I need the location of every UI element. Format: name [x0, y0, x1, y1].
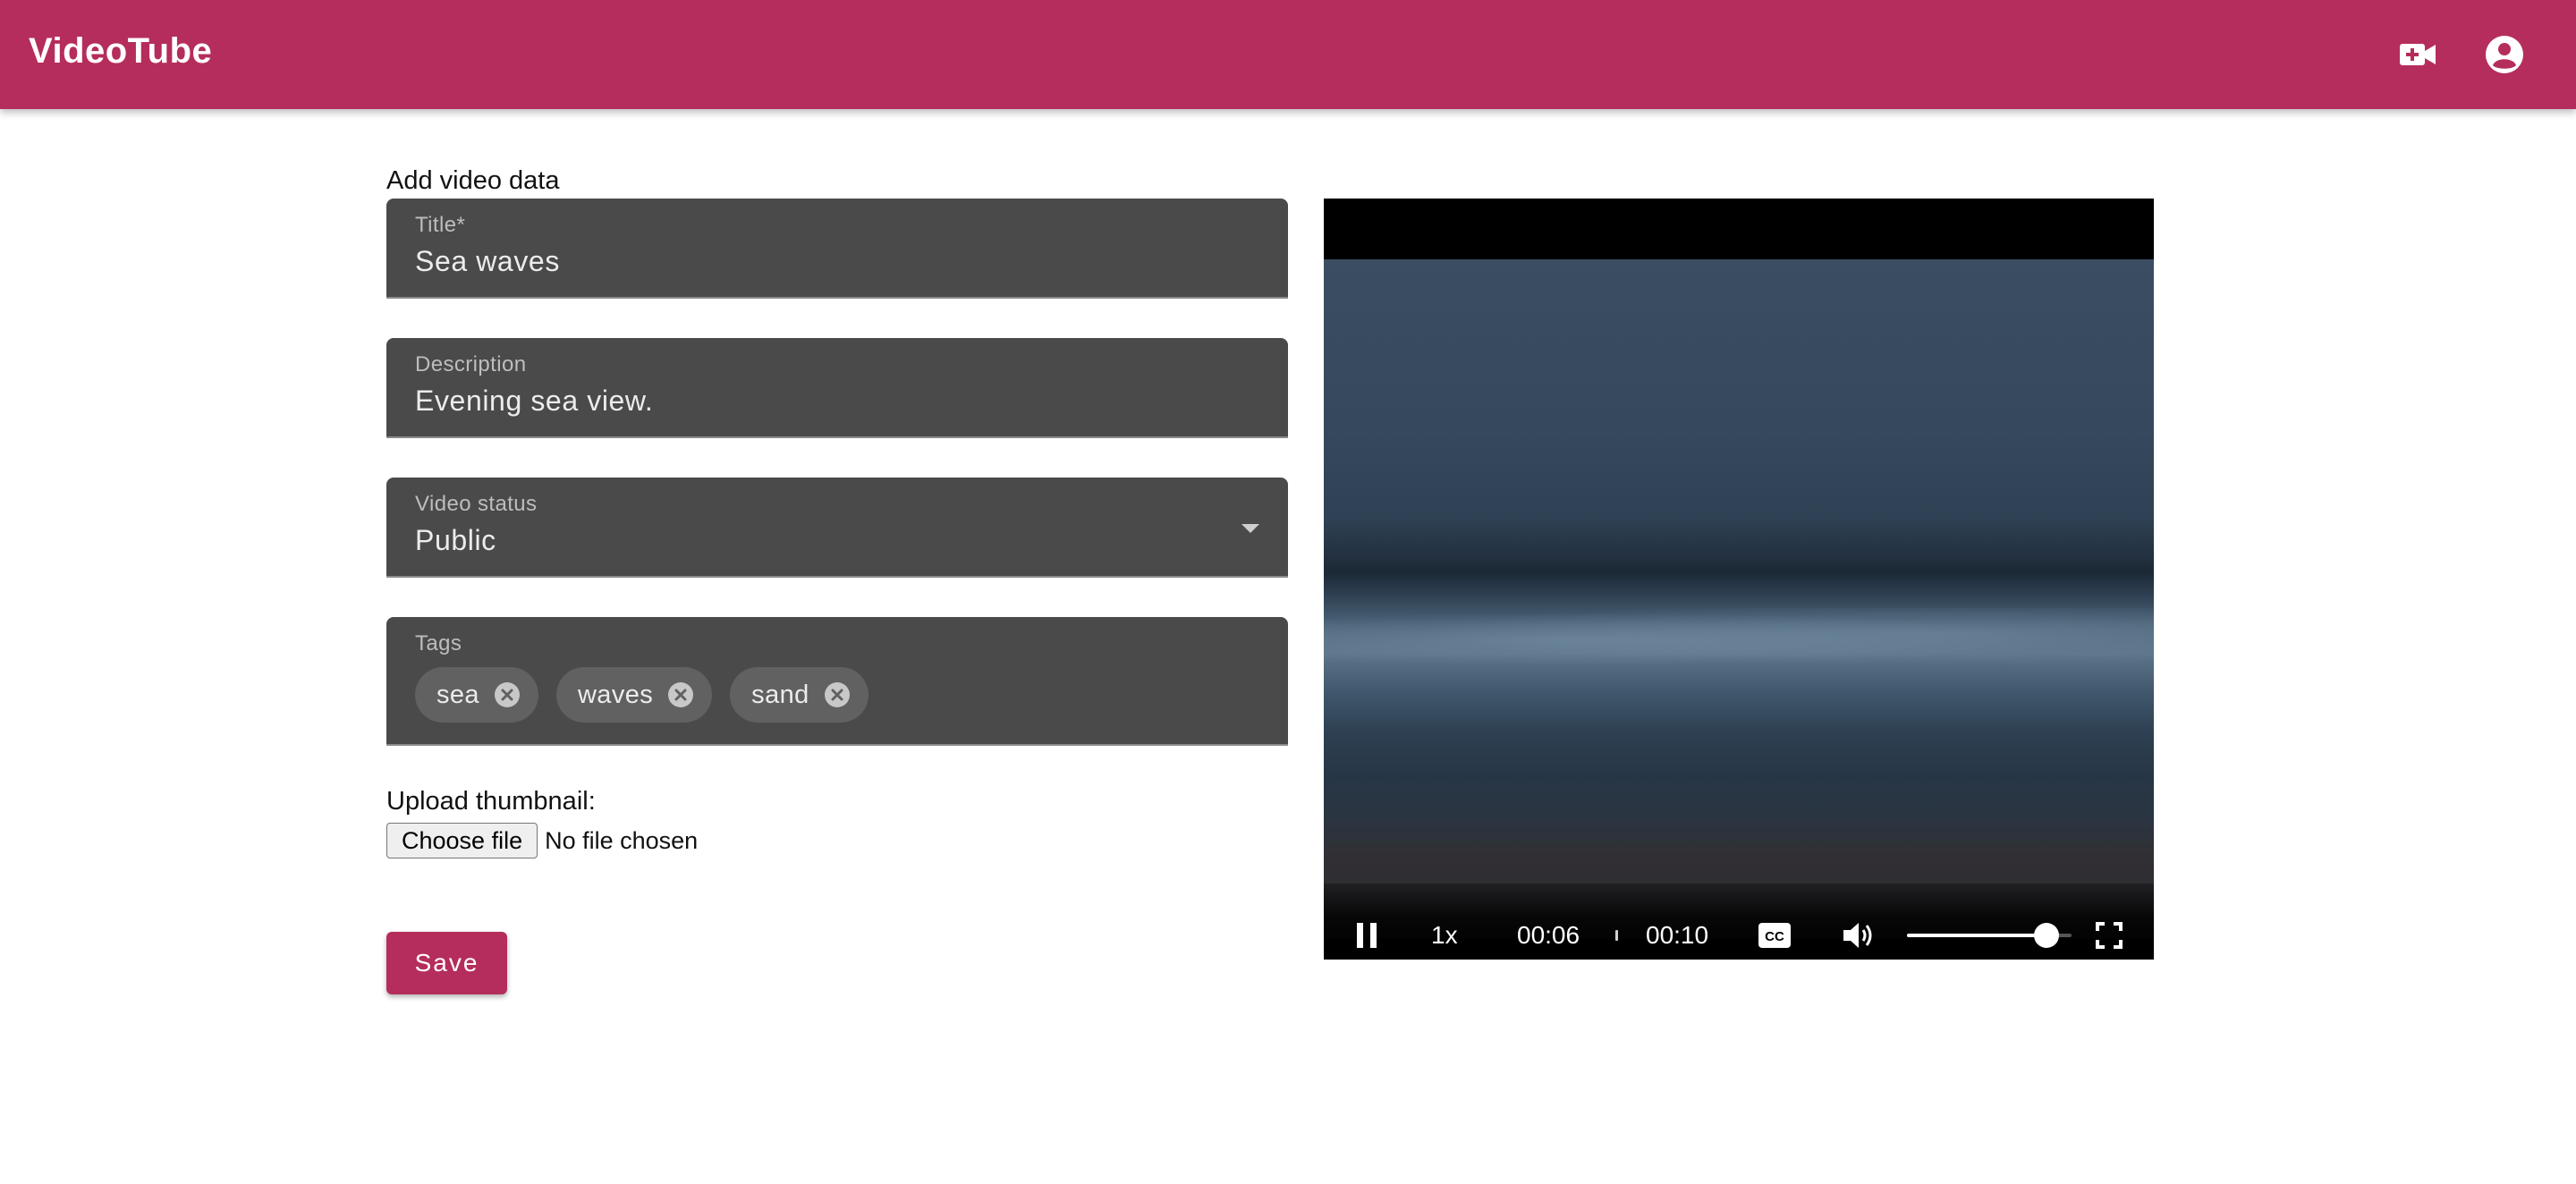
tags-field-label: Tags	[415, 631, 462, 655]
tags-field[interactable]: Tags sea waves sand	[386, 617, 1288, 746]
video-upload-icon[interactable]	[2393, 30, 2443, 80]
closed-captions-icon[interactable]: CC	[1757, 919, 1792, 951]
remove-tag-icon[interactable]	[667, 681, 694, 708]
volume-slider[interactable]	[1907, 923, 2072, 948]
tag-chip-list: sea waves sand	[415, 667, 869, 723]
video-status-select[interactable]: Video status Public	[386, 478, 1288, 578]
current-time: 00:06	[1517, 921, 1580, 949]
title-field-label: Title*	[415, 213, 466, 237]
description-field-value[interactable]: Evening sea view.	[415, 385, 653, 418]
tag-chip-label: sea	[436, 680, 479, 709]
progress-bar[interactable]	[1614, 928, 1619, 943]
player-controls: 1x 00:06 00:10 CC	[1324, 884, 2154, 960]
remove-tag-icon[interactable]	[494, 681, 521, 708]
account-circle-icon[interactable]	[2479, 30, 2529, 80]
video-status-value[interactable]: Public	[415, 524, 496, 557]
video-frame[interactable]	[1324, 259, 2154, 939]
tag-chip-label: sand	[751, 680, 809, 709]
tag-chip-label: waves	[577, 680, 654, 709]
upload-thumbnail-label: Upload thumbnail:	[386, 787, 596, 816]
volume-icon[interactable]	[1841, 919, 1877, 951]
thumbnail-file-input: Choose file No file chosen	[386, 823, 698, 858]
title-field-value[interactable]: Sea waves	[415, 245, 560, 278]
form-section-title: Add video data	[386, 166, 560, 195]
choose-file-button[interactable]: Choose file	[386, 823, 538, 858]
description-field-label: Description	[415, 352, 527, 376]
fullscreen-icon[interactable]	[2093, 919, 2125, 951]
progress-marker[interactable]	[1614, 930, 1618, 941]
file-status-text: No file chosen	[545, 826, 699, 854]
description-field[interactable]: Description Evening sea view.	[386, 338, 1288, 438]
app-brand[interactable]: VideoTube	[29, 27, 212, 75]
remove-tag-icon[interactable]	[824, 681, 851, 708]
top-app-bar: VideoTube	[0, 0, 2576, 109]
tag-chip[interactable]: waves	[555, 667, 713, 723]
tag-chip[interactable]: sand	[730, 667, 869, 723]
volume-fill	[1907, 934, 2047, 937]
video-status-label: Video status	[415, 492, 538, 516]
pause-icon[interactable]	[1351, 919, 1383, 951]
volume-thumb[interactable]	[2034, 923, 2060, 948]
video-player[interactable]: 1x 00:06 00:10 CC	[1324, 199, 2154, 960]
playback-speed-button[interactable]: 1x	[1431, 919, 1458, 951]
tag-chip[interactable]: sea	[415, 667, 538, 723]
video-content	[1324, 608, 2154, 671]
dropdown-arrow-icon[interactable]	[1241, 524, 1259, 533]
title-field[interactable]: Title* Sea waves	[386, 199, 1288, 299]
duration-time: 00:10	[1646, 921, 1709, 949]
save-button[interactable]: Save	[386, 932, 507, 994]
svg-text:CC: CC	[1765, 929, 1784, 944]
